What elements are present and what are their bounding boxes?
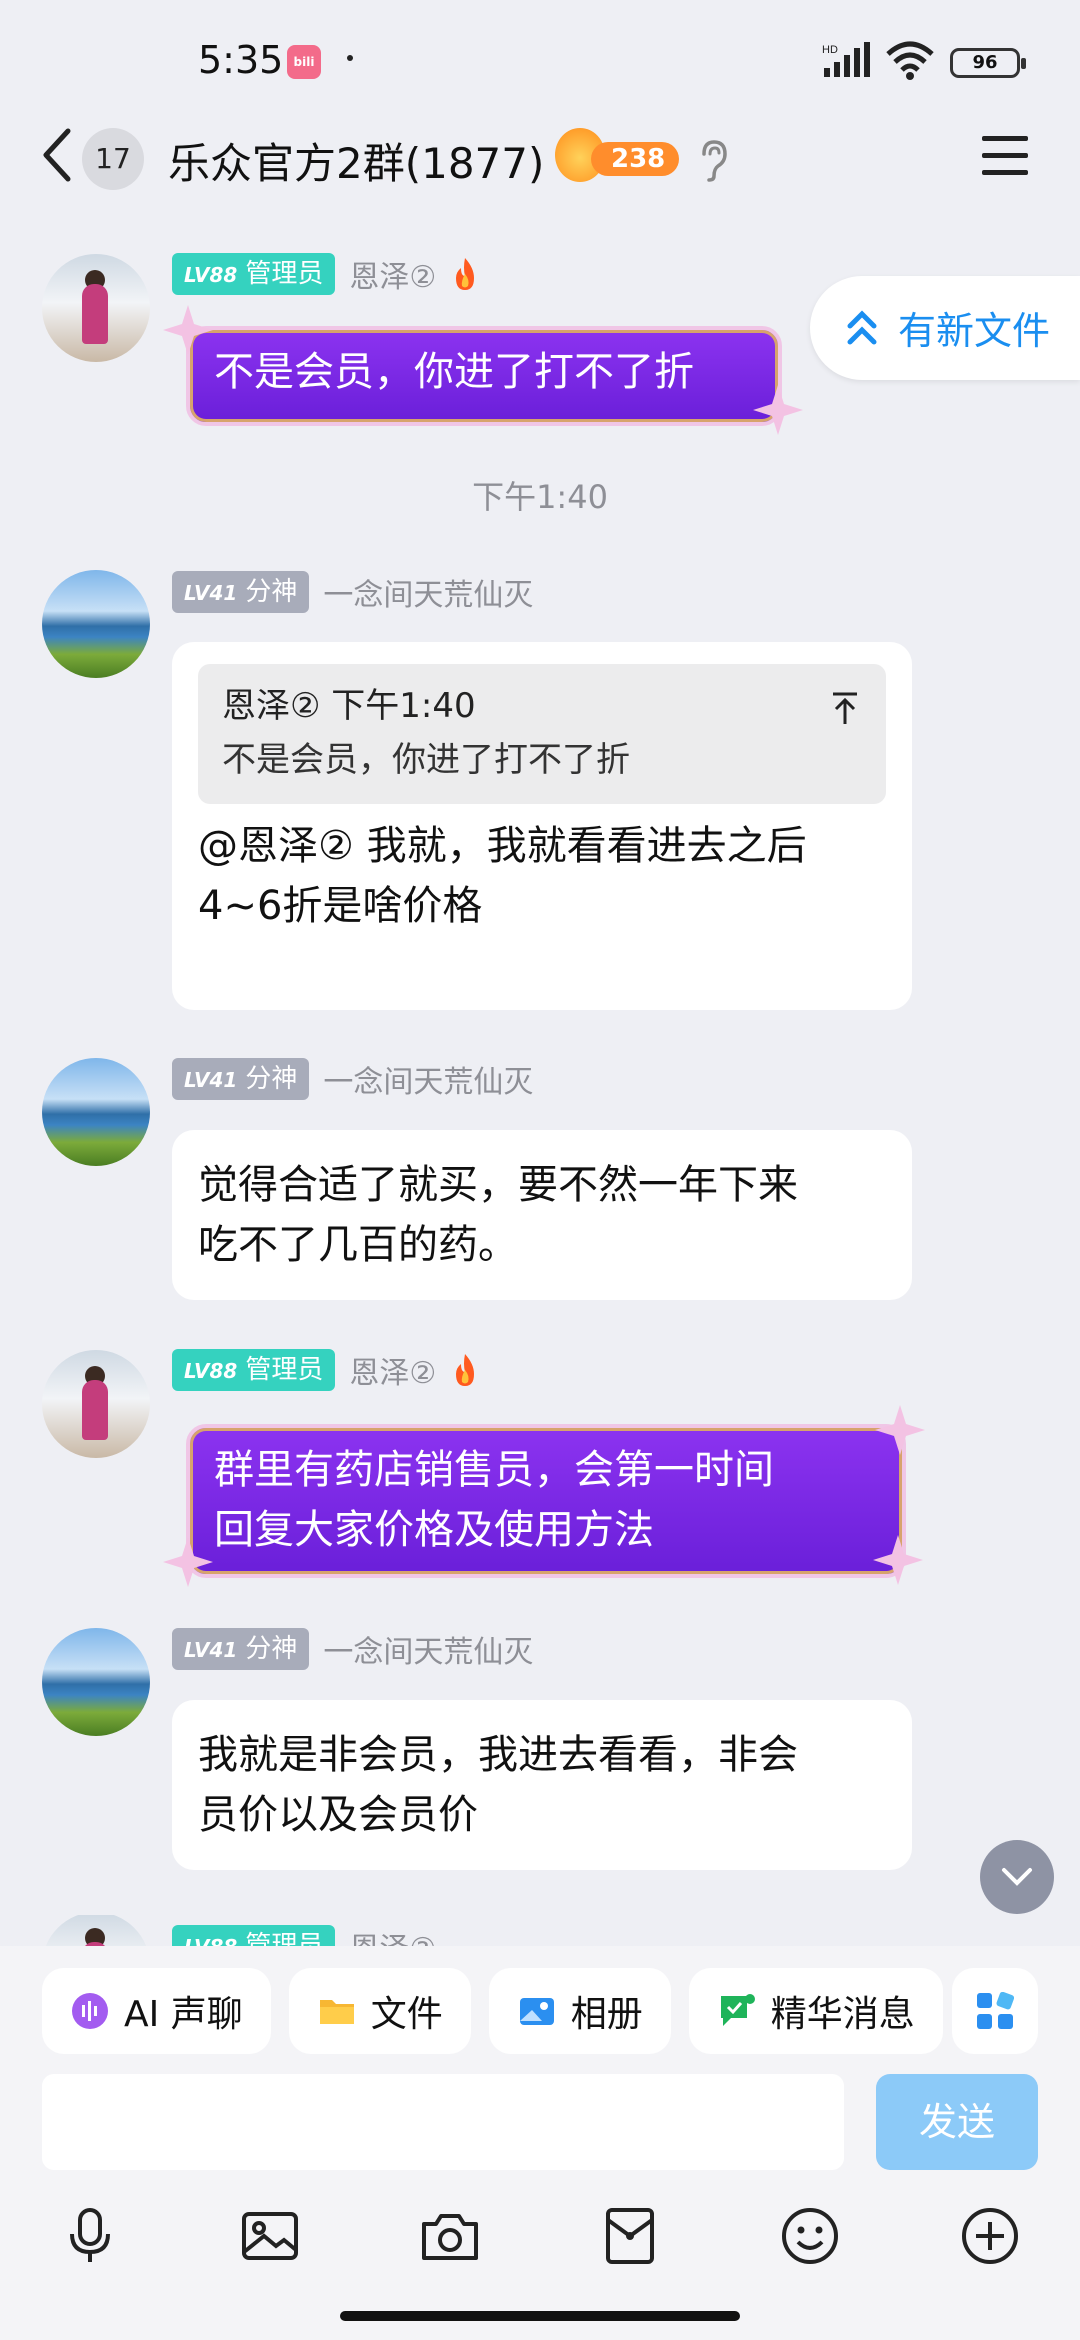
jump-to-quote-icon[interactable] [830,690,860,726]
message-text-line: 我就是非会员，我进去看看，非会 [198,1732,798,1778]
svg-text:HD: HD [822,44,838,56]
bilibili-notification-icon: bili [287,45,321,79]
battery-icon: 96 [950,48,1026,78]
quick-actions-row: AI 声聊 文件 相册 精华消息 [42,1968,943,2054]
essence-message-icon [720,1994,755,2026]
message-text-line: @恩泽② 我就，我就看看进去之后 [198,823,807,869]
notification-dot-icon [347,55,353,61]
member-tag: LV41 分神 [172,1628,310,1670]
fire-icon [456,258,475,290]
unread-count-badge[interactable]: 17 [82,128,144,190]
sender-name[interactable]: 恩泽② [349,1348,436,1392]
message-meta: LV88管理员 恩泽② [172,253,480,295]
home-indicator[interactable] [340,2311,740,2321]
message-bubble[interactable]: 我就是非会员，我进去看看，非会 员价以及会员价 [172,1700,912,1870]
ear-icon[interactable] [698,138,730,182]
image-icon[interactable] [238,2204,302,2268]
message-bubble[interactable]: 群里有药店销售员，会第一时间 回复大家价格及使用方法 [186,1424,906,1578]
sender-name[interactable]: 恩泽② [349,252,436,296]
essence-message-button[interactable]: 精华消息 [688,1968,943,2054]
back-arrow-icon[interactable] [38,125,74,185]
member-tag: LV41 分神 [172,1058,310,1100]
message-text-line: 4~6折是啥价格 [198,883,483,929]
album-button[interactable]: 相册 [488,1968,671,2054]
quote-header: 恩泽② 下午1:40 [222,686,476,726]
ai-voice-icon [72,1993,108,2029]
admin-tag: LV88 管理员 [172,1925,336,1947]
time-divider: 下午1:40 [472,478,608,516]
avatar[interactable] [42,570,150,678]
member-tag: LV41 分神 [172,571,310,613]
apps-grid-icon [977,1992,1014,2029]
message-meta: LV88管理员 恩泽② [172,1925,436,1947]
album-icon [519,1998,554,2025]
admin-tag: LV88 管理员 [172,1349,336,1391]
message-text-line: 群里有药店销售员，会第一时间 [214,1447,774,1493]
folder-icon [319,2000,354,2024]
flame-count: 238 [591,142,680,176]
chevron-down-icon [1002,1868,1032,1886]
sender-name[interactable]: 一念间天荒仙灭 [323,570,533,614]
avatar[interactable] [42,254,150,362]
admin-tag: LV88 管理员 [172,253,336,295]
bubble-decoration-icon [163,1537,213,1587]
message-bubble[interactable]: 觉得合适了就买，要不然一年下来 吃不了几百的药。 [172,1130,912,1300]
file-button[interactable]: 文件 [288,1968,471,2054]
message-text-line: 吃不了几百的药。 [198,1222,518,1268]
status-bar: 5:35 bili HD 96 [0,0,1080,120]
scroll-to-bottom-button[interactable] [980,1840,1054,1914]
more-apps-button[interactable] [952,1968,1038,2054]
fire-icon [456,1354,475,1386]
group-flame-badge[interactable]: 238 [555,128,680,184]
quote-text: 不是会员，你进了打不了折 [222,740,630,780]
message-text-line: 回复大家价格及使用方法 [214,1507,654,1553]
plus-icon[interactable] [958,2204,1022,2268]
wifi-icon [886,41,934,80]
red-packet-icon[interactable] [598,2204,662,2268]
message-text-line: 员价以及会员价 [198,1792,478,1838]
message-meta: LV88管理员 恩泽② [172,1349,480,1391]
message-meta: LV41 分神 一念间天荒仙灭 [172,571,533,613]
new-file-button[interactable]: 有新文件 [810,276,1080,380]
menu-icon[interactable] [982,136,1028,176]
bubble-decoration-icon [873,1535,923,1585]
message-meta: LV41 分神 一念间天荒仙灭 [172,1058,533,1100]
group-title[interactable]: 乐众官方2群(1877) [168,130,544,191]
message-input[interactable] [42,2074,844,2170]
avatar[interactable] [42,1058,150,1166]
double-chevron-up-icon [847,310,877,345]
avatar[interactable] [42,1915,150,1947]
sender-name[interactable]: 一念间天荒仙灭 [323,1627,533,1671]
quoted-message[interactable]: 恩泽② 下午1:40 不是会员，你进了打不了折 [198,664,886,804]
ai-voice-chat-button[interactable]: AI 声聊 [42,1968,271,2054]
bubble-decoration-icon [753,385,803,435]
emoji-icon[interactable] [778,2204,842,2268]
message-bubble[interactable]: 恩泽② 下午1:40 不是会员，你进了打不了折 @恩泽② 我就，我就看看进去之后… [172,642,912,1010]
message-text: 不是会员，你进了打不了折 [214,349,694,395]
partial-message: LV88管理员 恩泽② [0,1915,1080,1947]
avatar[interactable] [42,1628,150,1736]
camera-icon[interactable] [418,2204,482,2268]
sender-name[interactable]: 恩泽② [349,1924,436,1947]
sender-name[interactable]: 一念间天荒仙灭 [323,1057,533,1101]
microphone-icon[interactable] [58,2204,122,2268]
message-meta: LV41 分神 一念间天荒仙灭 [172,1628,533,1670]
message-bubble[interactable]: 不是会员，你进了打不了折 [186,326,782,426]
signal-icon: HD [822,42,870,77]
avatar[interactable] [42,1350,150,1458]
bubble-decoration-icon [163,305,213,355]
message-text-line: 觉得合适了就买，要不然一年下来 [198,1162,798,1208]
send-button[interactable]: 发送 [876,2074,1038,2170]
bubble-decoration-icon [875,1405,925,1455]
status-time: 5:35 [198,38,284,82]
